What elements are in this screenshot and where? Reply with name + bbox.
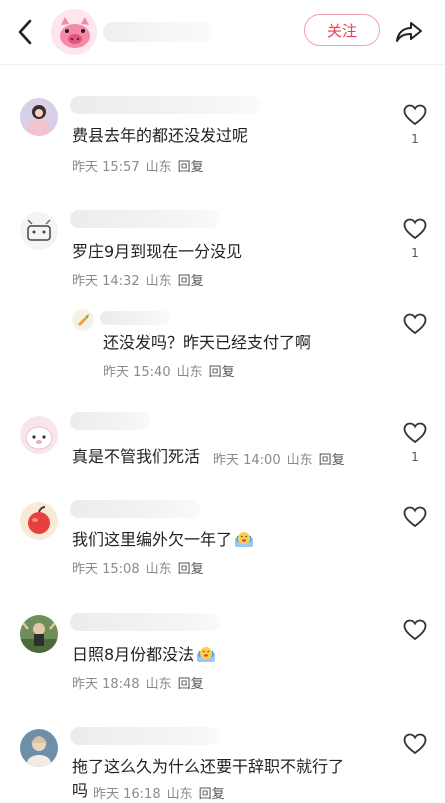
comment-time: 昨天 14:00 — [213, 453, 281, 468]
comment-text: 日照8月份都没法 — [72, 643, 216, 667]
heart-outline-icon[interactable] — [403, 422, 427, 444]
comment-time: 昨天 15:57 — [72, 160, 140, 175]
like-control[interactable] — [402, 733, 428, 755]
commenter-avatar[interactable] — [20, 615, 58, 653]
top-bar: 关注 — [0, 0, 445, 65]
reply-button[interactable]: 回复 — [178, 160, 204, 175]
comment-item: 我们这里编外欠一年了 昨天 15:08 山东 回复 — [0, 500, 445, 585]
comment-location: 山东 — [176, 365, 203, 380]
reply-button[interactable]: 回复 — [319, 453, 345, 468]
like-control[interactable] — [402, 506, 428, 528]
comment-meta: 昨天 18:48 山东 回复 — [72, 673, 210, 692]
commenter-name-blurred — [70, 613, 220, 631]
comment-text-body: 我们这里编外欠一年了 — [72, 530, 233, 549]
like-control[interactable]: 1 — [402, 422, 428, 464]
share-icon — [396, 22, 422, 42]
comment-location: 山东 — [145, 677, 172, 692]
comment-item: 日照8月份都没法 昨天 18:48 山东 回复 — [0, 613, 445, 698]
comment-time: 昨天 14:32 — [72, 274, 140, 289]
comment-time: 昨天 18:48 — [72, 677, 140, 692]
commenter-avatar[interactable] — [20, 502, 58, 540]
heart-outline-icon[interactable] — [403, 506, 427, 528]
commenter-name-blurred — [100, 311, 170, 325]
reply-button[interactable]: 回复 — [178, 677, 204, 692]
comment-location: 山东 — [145, 562, 172, 577]
comment-text: 还没发吗？昨天已经支付了啊 — [103, 333, 312, 352]
like-control[interactable]: 1 — [402, 218, 428, 260]
comment-text: 真是不管我们死活 — [72, 447, 201, 466]
commenter-avatar[interactable] — [72, 309, 94, 331]
heart-outline-icon[interactable] — [403, 619, 427, 641]
comment-meta: 昨天 15:57 山东 回复 — [72, 156, 210, 175]
like-count: 1 — [411, 450, 419, 464]
commenter-name-blurred — [70, 96, 260, 114]
like-control[interactable] — [402, 313, 428, 335]
comment-meta: 昨天 15:40 山东 回复 — [103, 361, 241, 380]
comment-item: 罗庄9月到现在一分没见 昨天 14:32 山东 回复 1 — [0, 210, 445, 295]
like-count: 1 — [411, 132, 419, 146]
comment-text: 费县去年的都还没发过呢 — [72, 126, 249, 145]
comment-item: 拖了这么久为什么还要干辞职不就行了 吗 昨天 16:18 山东 回复 — [0, 727, 445, 802]
crying-emoji-icon — [197, 647, 216, 662]
like-control[interactable] — [402, 619, 428, 641]
comment-location: 山东 — [145, 274, 172, 289]
commenter-avatar[interactable] — [20, 729, 58, 767]
commenter-name-blurred — [70, 210, 220, 228]
crying-emoji-icon — [235, 532, 254, 547]
author-name-blurred — [103, 22, 213, 42]
comment-text-continued: 吗 — [72, 781, 89, 800]
reply-button[interactable]: 回复 — [209, 365, 235, 380]
comment-text: 我们这里编外欠一年了 — [72, 528, 254, 552]
like-count: 1 — [411, 246, 419, 260]
heart-outline-icon[interactable] — [403, 218, 427, 240]
heart-outline-icon[interactable] — [403, 733, 427, 755]
commenter-name-blurred — [70, 500, 200, 518]
comment-item: 真是不管我们死活 昨天 14:00 山东 回复 1 — [0, 412, 445, 472]
comment-time: 昨天 15:40 — [103, 365, 171, 380]
share-button[interactable] — [393, 16, 425, 48]
comment-meta: 昨天 15:08 山东 回复 — [72, 558, 210, 577]
back-arrow-icon — [18, 19, 32, 45]
commenter-avatar[interactable] — [20, 212, 58, 250]
author-avatar[interactable] — [51, 9, 97, 55]
heart-outline-icon[interactable] — [403, 104, 427, 126]
commenter-avatar[interactable] — [20, 98, 58, 136]
commenter-name-blurred — [70, 727, 220, 745]
heart-outline-icon[interactable] — [403, 313, 427, 335]
comment-location: 山东 — [145, 160, 172, 175]
comment-meta: 昨天 16:18 山东 回复 — [93, 783, 231, 802]
commenter-name-blurred — [70, 412, 150, 430]
comment-location: 山东 — [286, 453, 313, 468]
commenter-avatar[interactable] — [20, 416, 58, 454]
reply-item: 还没发吗？昨天已经支付了啊 昨天 15:40 山东 回复 — [0, 305, 445, 385]
reply-button[interactable]: 回复 — [178, 274, 204, 289]
follow-button[interactable]: 关注 — [304, 14, 380, 46]
comment-meta: 昨天 14:32 山东 回复 — [72, 270, 210, 289]
comment-item: 费县去年的都还没发过呢 昨天 15:57 山东 回复 1 — [0, 96, 445, 196]
like-control[interactable]: 1 — [402, 104, 428, 146]
comment-text: 罗庄9月到现在一分没见 — [72, 242, 243, 261]
comment-meta: 昨天 14:00 山东 回复 — [213, 449, 351, 468]
comment-text: 拖了这么久为什么还要干辞职不就行了 — [72, 757, 345, 776]
comment-text-body: 日照8月份都没法 — [72, 645, 195, 664]
comment-time: 昨天 15:08 — [72, 562, 140, 577]
back-button[interactable] — [10, 17, 40, 47]
reply-button[interactable]: 回复 — [178, 562, 204, 577]
